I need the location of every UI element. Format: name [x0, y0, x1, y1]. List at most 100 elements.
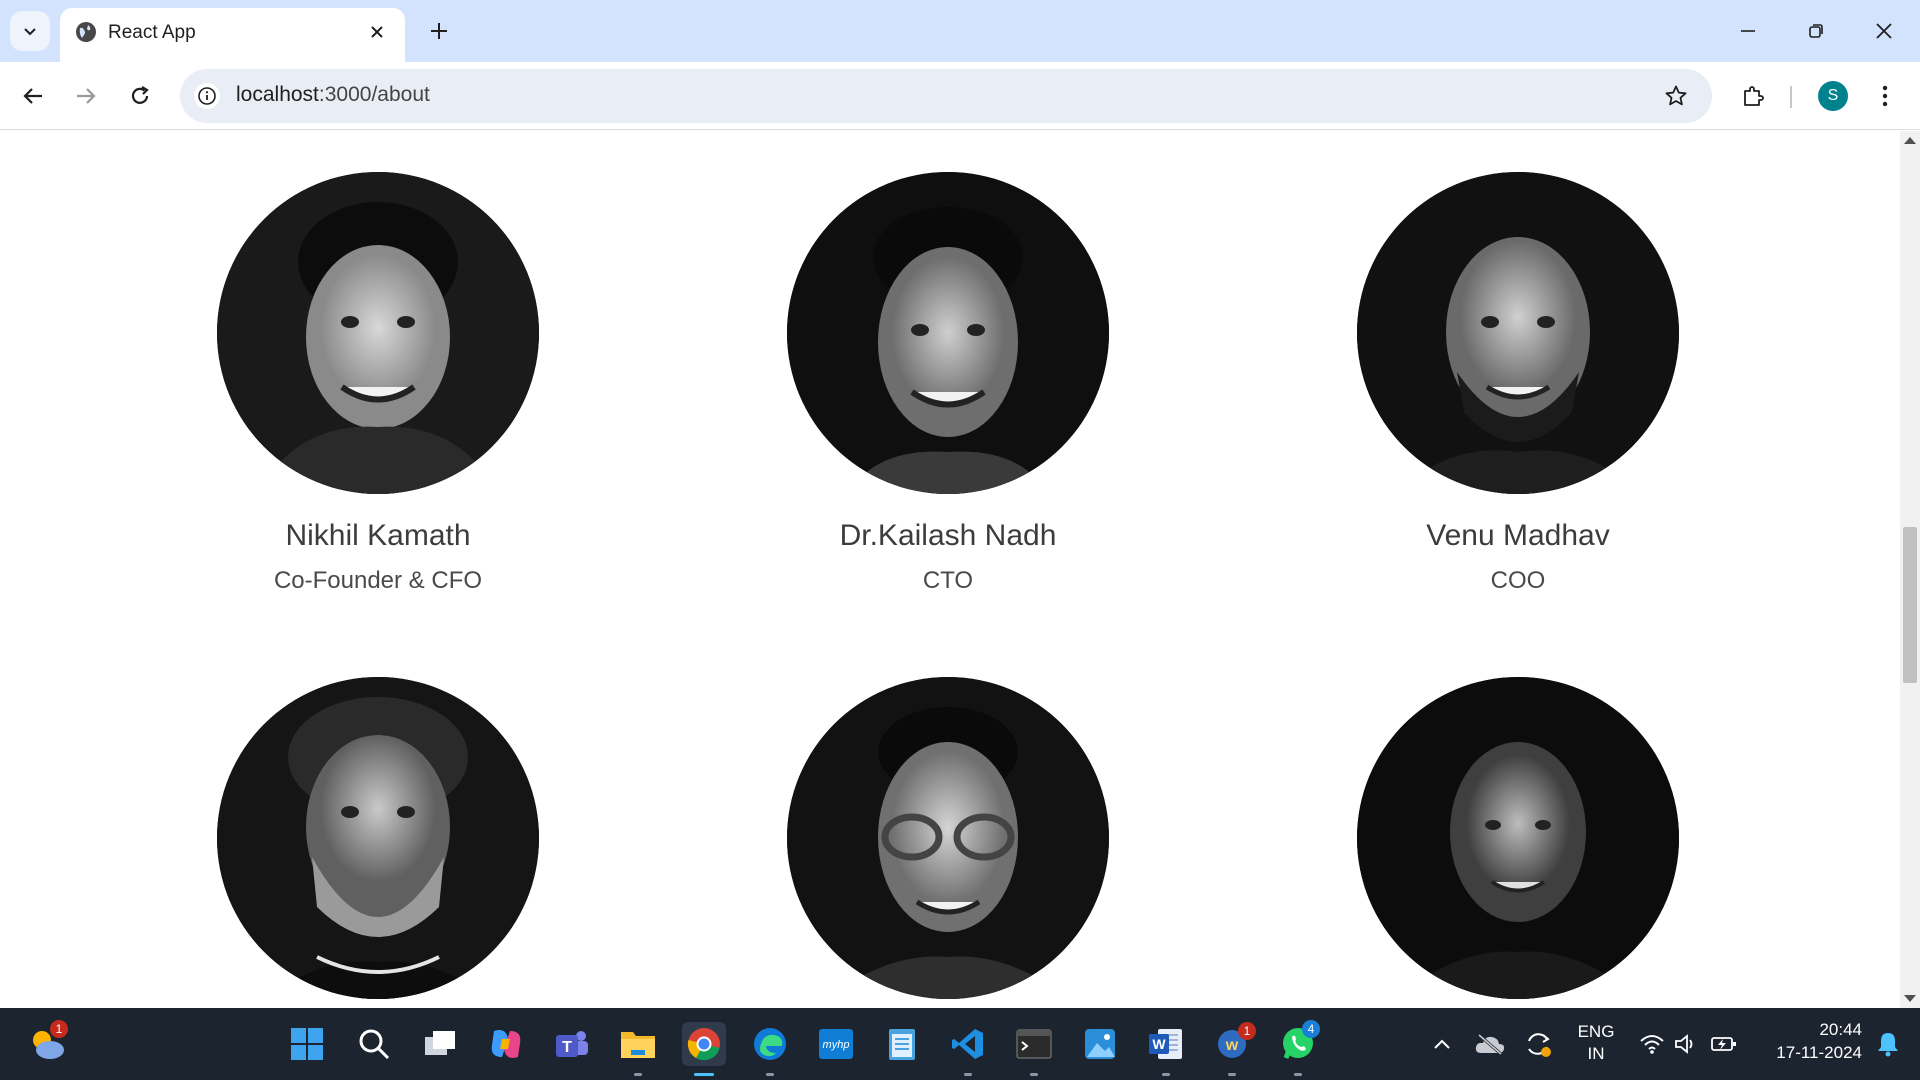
copilot-button[interactable] [484, 1022, 528, 1066]
forward-button[interactable] [68, 78, 104, 114]
vscode-button[interactable] [946, 1022, 990, 1066]
file-explorer-button[interactable] [616, 1022, 660, 1066]
back-button[interactable] [15, 78, 51, 114]
windows-logo-icon [291, 1028, 323, 1060]
teams-button[interactable]: T [550, 1022, 594, 1066]
edge-button[interactable] [748, 1022, 792, 1066]
chevron-up-icon [1434, 1039, 1450, 1049]
speaker-icon [1675, 1034, 1693, 1054]
whatsapp-badge: 4 [1302, 1020, 1320, 1038]
arrow-right-icon [77, 88, 96, 104]
notepad-button[interactable] [880, 1022, 924, 1066]
word-button[interactable]: W [1144, 1022, 1188, 1066]
language-indicator[interactable]: ENG IN [1570, 1022, 1622, 1064]
member-name: Venu Madhav [1426, 519, 1610, 552]
bell-icon [1878, 1033, 1898, 1057]
running-indicator [1228, 1073, 1236, 1076]
photos-button[interactable] [1078, 1022, 1122, 1066]
minimize-button[interactable] [1728, 14, 1768, 48]
site-info-button[interactable] [194, 83, 220, 109]
chevron-down-icon [24, 28, 36, 36]
myhp-icon: myhp [819, 1029, 853, 1059]
chrome-button[interactable] [682, 1022, 726, 1066]
close-icon [371, 26, 383, 38]
battery-charging-icon [1711, 1037, 1736, 1051]
puzzle-icon [1744, 86, 1764, 106]
show-hidden-icons-button[interactable] [1420, 1022, 1464, 1066]
team-photo-6 [1357, 677, 1679, 999]
member-name: Dr.Kailash Nadh [839, 519, 1057, 552]
tab-search-button[interactable] [10, 11, 50, 51]
onedrive-button[interactable] [1468, 1022, 1512, 1066]
chrome-icon [687, 1028, 720, 1061]
svg-text:w: w [1225, 1037, 1239, 1054]
scroll-down-arrow-icon[interactable] [1904, 995, 1916, 1002]
profile-avatar[interactable]: S [1818, 81, 1848, 111]
restore-button[interactable] [1796, 14, 1836, 48]
onedrive-cloud-icon [1475, 1033, 1505, 1055]
portrait-photo [1357, 677, 1679, 999]
team-photo-nikhil [217, 172, 539, 494]
member-role: COO [1490, 567, 1546, 594]
url-host: localhost [236, 83, 319, 106]
bookmark-button[interactable] [1662, 82, 1690, 110]
page-scrollbar[interactable] [1900, 131, 1920, 1008]
tab-title: React App [108, 22, 196, 43]
teams-icon: T [556, 1031, 588, 1057]
region-code: IN [1587, 1044, 1605, 1063]
close-window-button[interactable] [1864, 14, 1904, 48]
clock-time: 20:44 [1819, 1020, 1862, 1039]
portrait-photo [787, 677, 1109, 999]
wordweb-badge: 1 [1238, 1022, 1256, 1040]
copilot-icon [491, 1030, 521, 1058]
member-role: CTO [922, 567, 974, 594]
browser-menu-button[interactable] [1870, 78, 1900, 114]
restore-icon [1809, 24, 1823, 38]
search-button[interactable] [352, 1022, 396, 1066]
sync-button[interactable] [1516, 1022, 1560, 1066]
task-view-button[interactable] [418, 1022, 462, 1066]
team-photo-5 [787, 677, 1109, 999]
reload-button[interactable] [122, 78, 158, 114]
globe-icon [76, 22, 96, 42]
start-button[interactable] [285, 1022, 329, 1066]
terminal-icon [1016, 1029, 1052, 1059]
running-indicator [1162, 1073, 1170, 1076]
portrait-photo [787, 172, 1109, 494]
extensions-button[interactable] [1735, 78, 1771, 114]
running-indicator [964, 1073, 972, 1076]
edge-icon [754, 1028, 786, 1060]
language-code: ENG [1577, 1022, 1615, 1041]
notepad-icon [889, 1029, 915, 1060]
team-photo-kailash [787, 172, 1109, 494]
myhp-button[interactable]: myhp [814, 1022, 858, 1066]
svg-text:T: T [562, 1039, 572, 1056]
minimize-icon [1741, 30, 1755, 32]
portrait-photo [1357, 172, 1679, 494]
url-path: :3000/about [318, 83, 430, 106]
address-bar[interactable]: localhost:3000/about [180, 69, 1712, 123]
browser-toolbar: localhost:3000/about S [0, 62, 1920, 130]
running-indicator [1294, 1073, 1302, 1076]
clock[interactable]: 20:44 17-11-2024 [1750, 1020, 1862, 1063]
task-view-icon [425, 1031, 455, 1055]
scrollbar-thumb[interactable] [1903, 527, 1917, 683]
running-indicator [634, 1073, 642, 1076]
svg-text:myhp: myhp [823, 1039, 850, 1051]
portrait-photo [217, 677, 539, 999]
active-tab[interactable]: React App [60, 8, 405, 62]
terminal-button[interactable] [1012, 1022, 1056, 1066]
scroll-up-arrow-icon[interactable] [1904, 137, 1916, 144]
weather-badge: 1 [50, 1020, 68, 1038]
new-tab-button[interactable] [424, 16, 454, 46]
battery-button[interactable] [1702, 1022, 1746, 1066]
word-icon: W [1149, 1029, 1182, 1059]
member-name: Nikhil Kamath [285, 519, 471, 552]
team-photo-4 [217, 677, 539, 999]
star-icon [1665, 85, 1687, 106]
active-indicator [694, 1073, 714, 1076]
tab-close-button[interactable] [364, 19, 390, 45]
reload-icon [131, 86, 149, 104]
member-role: Co-Founder & CFO [273, 567, 483, 594]
notifications-button[interactable] [1866, 1022, 1910, 1066]
